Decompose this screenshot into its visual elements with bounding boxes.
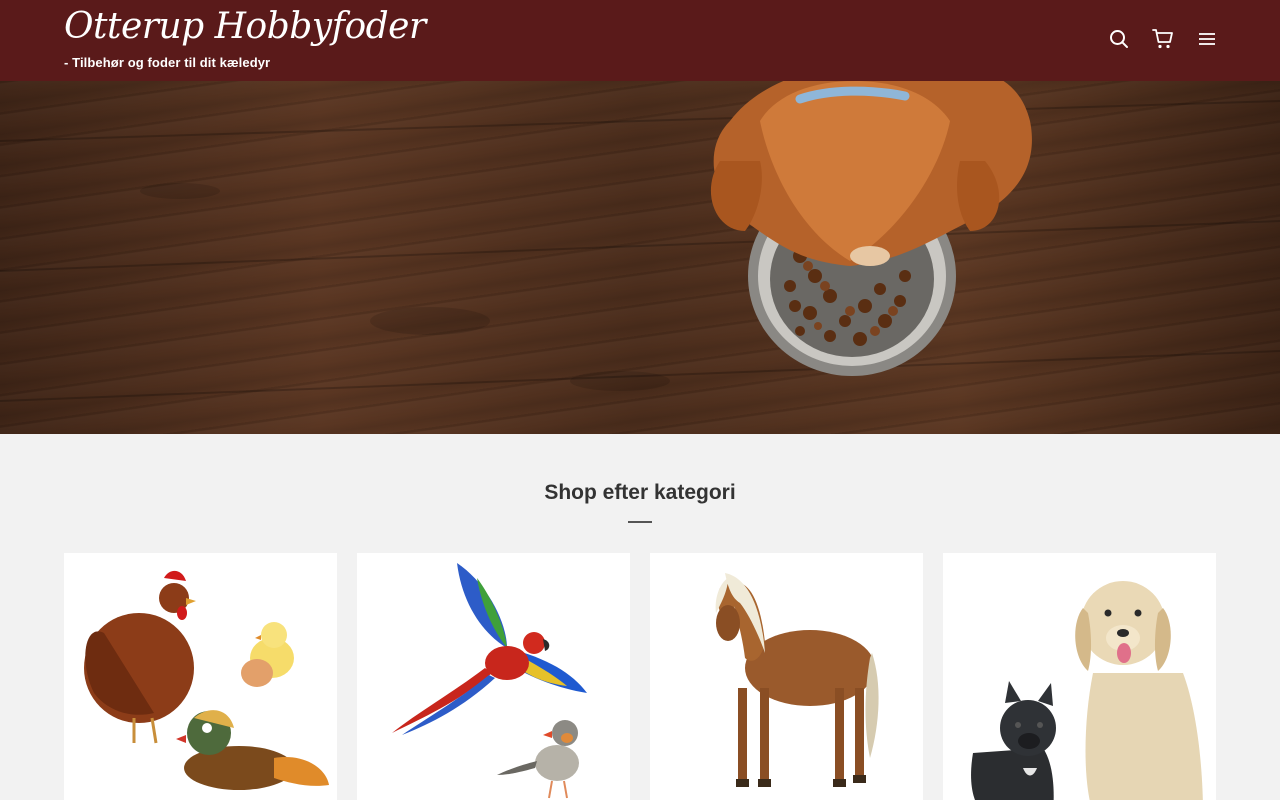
- search-icon[interactable]: [1106, 24, 1132, 54]
- birds-image: [392, 563, 587, 799]
- horse-image: [715, 573, 879, 787]
- menu-icon[interactable]: [1194, 24, 1220, 54]
- puppy-food-bowl-image: [0, 81, 1280, 402]
- section-title: Shop efter kategori: [544, 481, 736, 504]
- cart-icon[interactable]: [1150, 24, 1176, 54]
- site-logo[interactable]: Otterup Hobbyfoder - Tilbehør og foder t…: [64, 4, 426, 70]
- header-actions: [1106, 24, 1220, 54]
- category-card-poultry[interactable]: [64, 553, 337, 800]
- category-grid: [64, 553, 1216, 800]
- section-divider: [628, 521, 652, 523]
- dogs-image: [971, 581, 1203, 800]
- site-tagline: - Tilbehør og foder til dit kæledyr: [64, 55, 271, 70]
- category-card-horse[interactable]: [650, 553, 923, 800]
- site-title: Otterup Hobbyfoder: [64, 6, 426, 47]
- site-header: Otterup Hobbyfoder - Tilbehør og foder t…: [0, 0, 1280, 81]
- hero-banner: [0, 81, 1280, 434]
- category-card-dogs[interactable]: [943, 553, 1216, 800]
- poultry-image: [84, 570, 329, 790]
- category-card-birds[interactable]: [357, 553, 630, 800]
